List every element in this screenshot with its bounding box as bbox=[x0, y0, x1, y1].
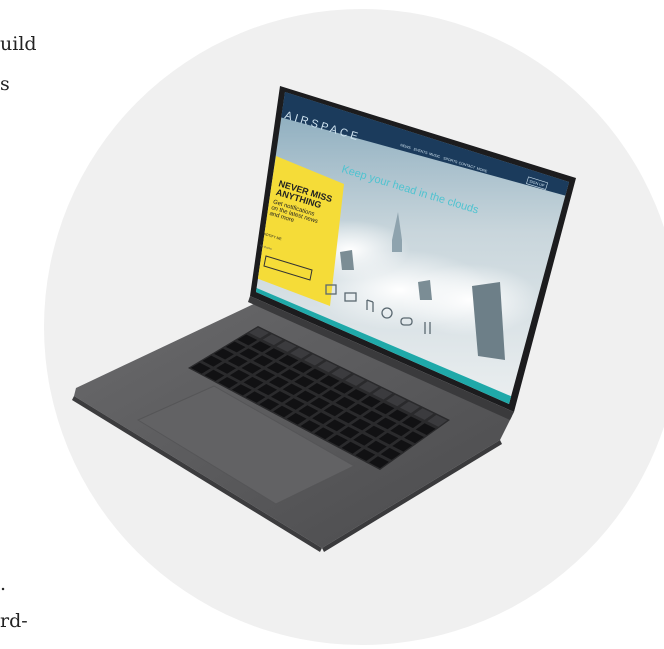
laptop-photo: AIRSPACE NEWS EVENTS MUSIC SPORTS CONTAC… bbox=[44, 9, 664, 645]
skyscraper bbox=[418, 280, 432, 300]
skyscraper bbox=[340, 250, 354, 270]
